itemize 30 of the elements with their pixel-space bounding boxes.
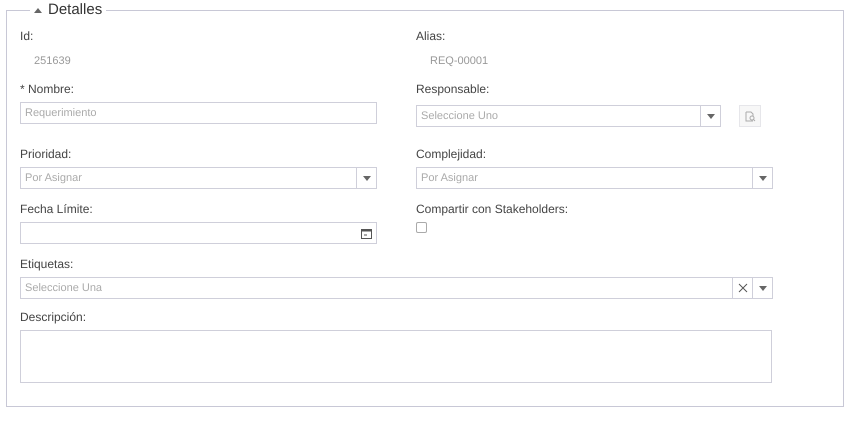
- field-label: Prioridad:: [20, 146, 72, 163]
- caret-icon: [758, 176, 766, 180]
- search-icon: [744, 110, 756, 122]
- text-field[interactable]: Requerimiento: [20, 102, 377, 124]
- checkbox[interactable]: [416, 222, 427, 233]
- calendar-icon: [361, 228, 372, 238]
- date-field[interactable]: [20, 222, 377, 244]
- select-field[interactable]: Por Asignar: [416, 167, 773, 189]
- field-label: Responsable:: [416, 81, 490, 98]
- clear-icon: [738, 283, 748, 293]
- field-value: 251639: [34, 54, 71, 69]
- caret-icon: [758, 286, 766, 290]
- caret-icon: [362, 176, 370, 180]
- field-label: Complejidad:: [416, 146, 486, 163]
- section-title: Detalles: [48, 0, 102, 20]
- field-label: Descripción:: [20, 309, 86, 326]
- field-label: Compartir con Stakeholders:: [416, 201, 568, 218]
- select-field[interactable]: Seleccione Una: [20, 277, 773, 299]
- caret-icon[interactable]: [34, 8, 42, 12]
- field-label: Id:: [20, 28, 34, 45]
- search-button[interactable]: [739, 105, 761, 127]
- field-value: REQ-00001: [430, 54, 488, 69]
- field-label: Etiquetas:: [20, 256, 74, 273]
- select-field[interactable]: Seleccione Uno: [416, 105, 721, 127]
- field-label: Fecha Límite:: [20, 201, 93, 218]
- caret-icon: [706, 114, 714, 118]
- text-area[interactable]: [20, 330, 772, 383]
- select-field[interactable]: Por Asignar: [20, 167, 377, 189]
- field-label: * Nombre:: [20, 81, 74, 98]
- field-label: Alias:: [416, 28, 446, 45]
